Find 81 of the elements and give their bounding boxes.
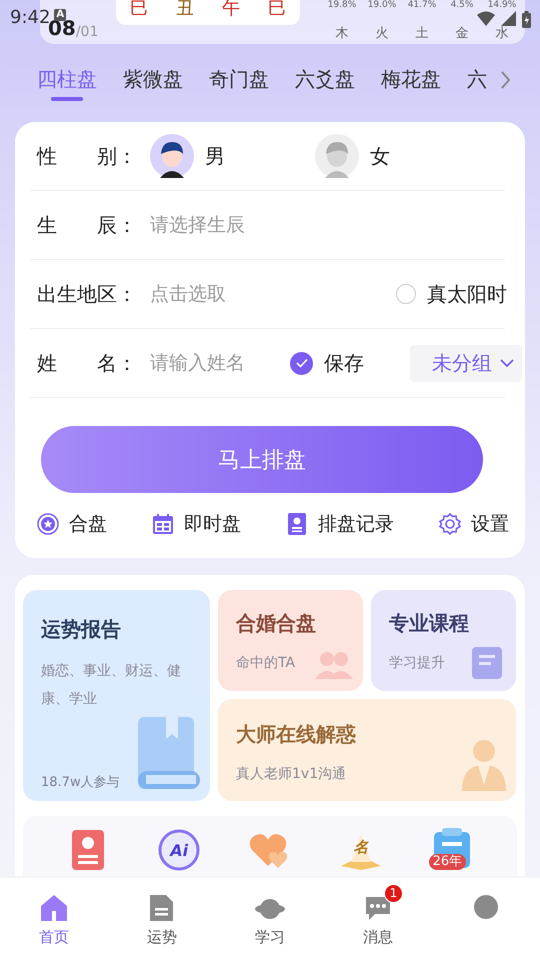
record-icon xyxy=(286,513,308,535)
action-button[interactable]: 合盘 xyxy=(37,511,107,537)
participant-count: 18.7w人参与 xyxy=(41,774,120,791)
element-name: 水 xyxy=(496,26,508,41)
notification-icon: A xyxy=(54,8,66,20)
avatar-icon xyxy=(150,134,194,178)
gender-label: 女 xyxy=(370,142,390,170)
feature-card[interactable]: 专业课程 学习提升 xyxy=(371,590,516,691)
field-label: 性 别： xyxy=(37,142,138,170)
gender-label: 男 xyxy=(205,142,225,170)
tab[interactable]: 紫微盘 xyxy=(123,66,183,103)
pillar-char: 巳 xyxy=(130,0,148,18)
nav-tab[interactable]: 消息 1 xyxy=(324,878,432,960)
field-label: 出生地区： xyxy=(37,280,138,308)
feature-title: 大师在线解惑 xyxy=(236,721,356,748)
element-name: 火 xyxy=(376,26,388,41)
radio-circle[interactable] xyxy=(396,284,416,304)
gender-option[interactable]: 男 xyxy=(150,134,315,178)
save-checkbox[interactable]: 保存 xyxy=(290,350,364,376)
tab-underline xyxy=(51,97,83,101)
check-circle[interactable] xyxy=(290,352,313,374)
nav-tab[interactable]: 运势 xyxy=(108,878,216,960)
field-label: 姓 名： xyxy=(37,350,138,376)
element-name: 木 xyxy=(336,26,348,41)
true-solar-time-radio[interactable]: 真太阳时 xyxy=(396,280,507,308)
feature-subtitle: 命中的TA xyxy=(236,654,296,673)
chevron-right-icon[interactable] xyxy=(499,70,511,90)
shortcut-button[interactable]: Ai xyxy=(155,826,204,874)
battery-icon xyxy=(521,10,532,29)
pillar-char: 丑 xyxy=(176,0,194,18)
element-percent: 4.5% xyxy=(450,0,474,10)
element-percent: 19.8% xyxy=(328,0,356,10)
settings-icon xyxy=(439,513,461,535)
nav-tab[interactable]: 学习 xyxy=(216,878,324,960)
feature-subtitle: 学习提升 xyxy=(389,654,445,673)
avatar-icon xyxy=(471,894,501,922)
year-badge: 26年 xyxy=(428,854,466,870)
element-percent: 41.7% xyxy=(408,0,436,10)
icon-glyph: 名 xyxy=(353,838,368,857)
avatar-icon xyxy=(315,134,359,178)
shortcut-button[interactable]: 26年 xyxy=(428,826,476,874)
calendar-icon xyxy=(152,513,174,535)
status-time: 9:42 xyxy=(10,7,50,28)
decor-drawing xyxy=(460,739,508,791)
birthplace-field[interactable]: 点击选取 xyxy=(150,283,290,305)
chat-icon xyxy=(363,894,393,922)
star-badge-icon xyxy=(37,513,59,535)
group-dropdown[interactable]: 未分组 xyxy=(410,344,522,382)
feature-card[interactable]: 合婚合盘 命中的TA xyxy=(218,590,363,691)
feature-card[interactable]: 运势报告 婚恋、事业、财运、健康、学业 18.7w人参与 xyxy=(23,590,210,801)
notification-badge: 1 xyxy=(384,884,403,903)
nav-tab[interactable]: 首页 xyxy=(0,878,108,960)
feature-subtitle: 真人老师1v1沟通 xyxy=(236,765,346,784)
element-name: 土 xyxy=(416,26,428,41)
date-month: /01 xyxy=(76,24,98,40)
feature-title: 合婚合盘 xyxy=(236,610,316,637)
pillar-char: 巳 xyxy=(268,0,286,18)
name-field[interactable]: 请输入姓名 xyxy=(150,352,290,374)
action-button[interactable]: 排盘记录 xyxy=(286,511,394,537)
signal-icon xyxy=(500,10,517,26)
chevron-down-icon xyxy=(500,358,514,368)
birth-time-field[interactable]: 请选择生辰 xyxy=(150,214,290,236)
element-percent: 19.0% xyxy=(368,0,396,10)
wifi-icon xyxy=(476,10,496,26)
element-percent: 14.9% xyxy=(488,0,516,10)
icon-glyph: Ai xyxy=(170,840,188,860)
tab[interactable]: 奇门盘 xyxy=(209,66,269,103)
element-name: 金 xyxy=(456,26,468,41)
home-icon xyxy=(39,894,69,922)
field-label: 生 辰： xyxy=(37,212,138,238)
tab[interactable]: 六爻盘 xyxy=(295,66,355,103)
tab[interactable]: 梅花盘 xyxy=(381,66,441,103)
feature-card[interactable]: 大师在线解惑 真人老师1v1沟通 xyxy=(218,699,516,801)
feature-subtitle: 婚恋、事业、财运、健康、学业 xyxy=(41,662,182,709)
gender-option[interactable]: 女 xyxy=(315,134,480,178)
feature-title: 运势报告 xyxy=(41,616,121,643)
submit-button[interactable]: 马上排盘 xyxy=(41,426,483,493)
action-button[interactable]: 设置 xyxy=(439,511,509,537)
tab[interactable]: 六 xyxy=(467,66,487,103)
action-button[interactable]: 即时盘 xyxy=(152,511,241,537)
feature-title: 专业课程 xyxy=(389,610,469,637)
